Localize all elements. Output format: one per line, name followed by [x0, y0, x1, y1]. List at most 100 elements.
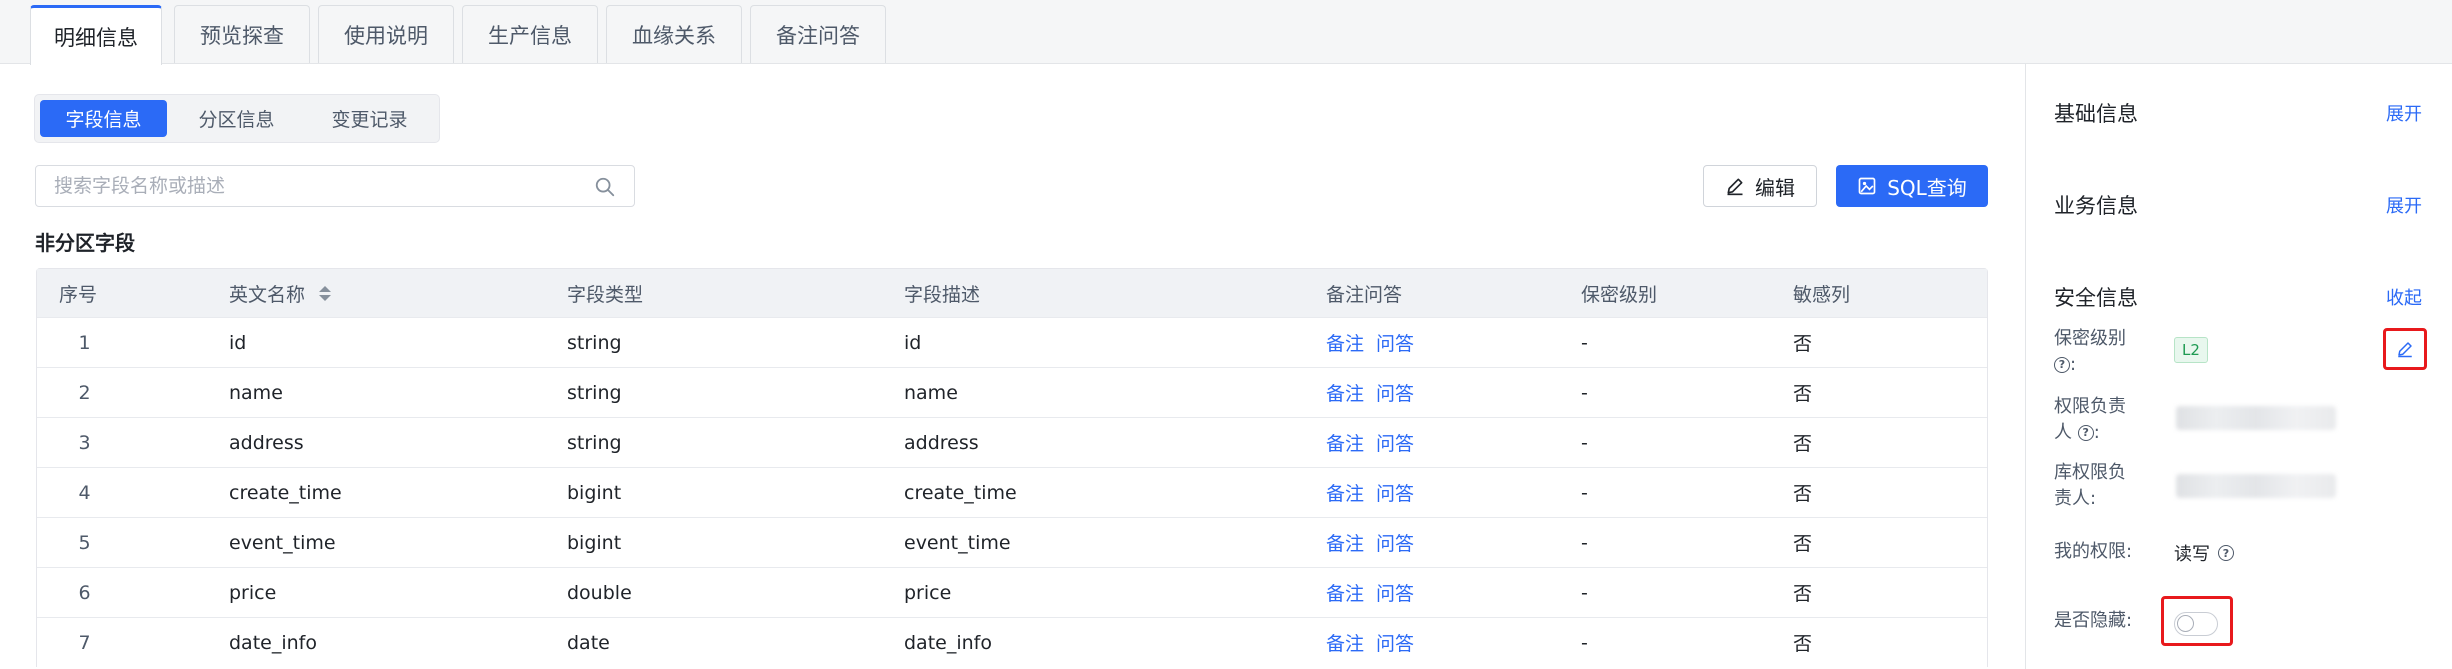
qa-link[interactable]: 问答	[1376, 429, 1414, 456]
help-icon[interactable]: ?	[2218, 545, 2234, 561]
row-notes-qa: 备注 问答	[1326, 518, 1414, 567]
row-notes-qa: 备注 问答	[1326, 468, 1414, 517]
row-sensitive: 否	[1793, 633, 1813, 655]
image-query-icon	[1858, 177, 1876, 195]
subtab-change-log[interactable]: 变更记录	[306, 100, 433, 137]
security-info-title: 安全信息	[2054, 286, 2138, 310]
sub-tab-group: 字段信息 分区信息 变更记录	[34, 94, 440, 143]
row-secret-level: -	[1581, 431, 1588, 454]
table-row: 4 create_time bigint create_time - 否 备注 问答	[37, 467, 1987, 517]
secret-level-label: 保密级别 ?:	[2054, 328, 2126, 375]
db-owner-label-line2: 责人:	[2054, 488, 2097, 509]
note-link[interactable]: 备注	[1326, 429, 1364, 456]
basic-info-title: 基础信息	[2054, 102, 2138, 126]
row-secret-level: -	[1581, 531, 1588, 554]
search-input[interactable]	[54, 175, 574, 197]
row-secret-level: -	[1581, 631, 1588, 654]
my-perm-value-text: 读写	[2174, 544, 2210, 565]
note-link[interactable]: 备注	[1326, 379, 1364, 406]
search-icon[interactable]	[594, 176, 616, 198]
row-secret-level: -	[1581, 481, 1588, 504]
table-row: 6 price double price - 否 备注 问答	[37, 567, 1987, 617]
row-index: 4	[78, 481, 91, 504]
tab-preview[interactable]: 预览探查	[174, 5, 310, 63]
sql-query-label: SQL查询	[1887, 175, 1967, 200]
tab-production[interactable]: 生产信息	[462, 5, 598, 63]
row-type: bigint	[567, 531, 622, 554]
note-link[interactable]: 备注	[1326, 579, 1364, 606]
subtab-fields[interactable]: 字段信息	[40, 100, 167, 137]
row-name: id	[229, 331, 247, 354]
qa-link[interactable]: 问答	[1376, 479, 1414, 506]
row-type: double	[567, 581, 632, 604]
row-secret-level: -	[1581, 381, 1588, 404]
qa-link[interactable]: 问答	[1376, 629, 1414, 656]
search-box	[35, 165, 635, 207]
header-name-label: 英文名称	[229, 283, 306, 306]
qa-link[interactable]: 问答	[1376, 329, 1414, 356]
header-notes-qa: 备注问答	[1326, 283, 1403, 306]
note-link[interactable]: 备注	[1326, 529, 1364, 556]
table-header: 序号 英文名称 字段类型 字段描述 备注问答 保密级别 敏感列	[37, 269, 1987, 317]
row-name: create_time	[229, 481, 342, 504]
security-info-collapse-link[interactable]: 收起	[2386, 284, 2422, 310]
qa-link[interactable]: 问答	[1376, 579, 1414, 606]
pencil-icon[interactable]	[2396, 340, 2414, 358]
row-sensitive: 否	[1793, 433, 1813, 455]
business-info-expand-link[interactable]: 展开	[2386, 192, 2422, 218]
row-secret-level: -	[1581, 581, 1588, 604]
perm-owner-label-line2: 人	[2054, 422, 2072, 443]
note-link[interactable]: 备注	[1326, 629, 1364, 656]
my-perm-value: 读写 ?	[2174, 540, 2234, 566]
sort-icon[interactable]	[319, 285, 332, 301]
hidden-label: 是否隐藏:	[2054, 610, 2133, 631]
row-index: 2	[78, 381, 91, 404]
row-index: 1	[78, 331, 91, 354]
note-link[interactable]: 备注	[1326, 479, 1364, 506]
row-index: 7	[78, 631, 91, 654]
row-notes-qa: 备注 问答	[1326, 318, 1414, 367]
hidden-toggle[interactable]	[2174, 612, 2218, 636]
section-title: 非分区字段	[35, 231, 135, 255]
row-index: 5	[78, 531, 91, 554]
perm-owner-label-line1: 权限负责	[2054, 396, 2126, 417]
basic-info-expand-link[interactable]: 展开	[2386, 100, 2422, 126]
header-type: 字段类型	[567, 283, 644, 306]
header-name[interactable]: 英文名称	[229, 269, 332, 317]
header-secret-level: 保密级别	[1581, 283, 1658, 306]
edit-button[interactable]: 编辑	[1703, 165, 1817, 207]
subtab-partitions[interactable]: 分区信息	[173, 100, 300, 137]
qa-link[interactable]: 问答	[1376, 379, 1414, 406]
row-desc: name	[904, 381, 958, 404]
table-row: 1 id string id - 否 备注 问答	[37, 317, 1987, 367]
main-content: 字段信息 分区信息 变更记录 编辑 SQL查询 非分区字段 序号 英文名称	[0, 64, 2025, 669]
table-row: 2 name string name - 否 备注 问答	[37, 367, 1987, 417]
db-owner-value-redacted	[2176, 474, 2336, 498]
perm-owner-label: 权限负责 人 ?:	[2054, 396, 2126, 443]
row-desc: event_time	[904, 531, 1011, 554]
tab-usage[interactable]: 使用说明	[318, 5, 454, 63]
row-notes-qa: 备注 问答	[1326, 418, 1414, 467]
tab-lineage[interactable]: 血缘关系	[606, 5, 742, 63]
help-icon[interactable]: ?	[2077, 425, 2094, 441]
row-type: string	[567, 431, 622, 454]
top-tab-bar: 明细信息 预览探查 使用说明 生产信息 血缘关系 备注问答	[0, 0, 2452, 65]
db-owner-label-line1: 库权限负	[2054, 462, 2126, 483]
fields-table: 序号 英文名称 字段类型 字段描述 备注问答 保密级别 敏感列 1 id strin…	[36, 268, 1988, 667]
row-secret-level: -	[1581, 331, 1588, 354]
secret-level-badge: L2	[2174, 337, 2208, 363]
sql-query-button[interactable]: SQL查询	[1836, 165, 1988, 207]
row-sensitive: 否	[1793, 583, 1813, 605]
row-notes-qa: 备注 问答	[1326, 368, 1414, 417]
row-desc: price	[904, 581, 952, 604]
row-sensitive: 否	[1793, 533, 1813, 555]
row-name: event_time	[229, 531, 336, 554]
my-perm-label: 我的权限:	[2054, 541, 2133, 562]
qa-link[interactable]: 问答	[1376, 529, 1414, 556]
tab-detail-info[interactable]: 明细信息	[30, 5, 162, 65]
table-row: 3 address string address - 否 备注 问答	[37, 417, 1987, 467]
help-icon[interactable]: ?	[2054, 357, 2070, 373]
row-sensitive: 否	[1793, 383, 1813, 405]
tab-notes-qa[interactable]: 备注问答	[750, 5, 886, 63]
note-link[interactable]: 备注	[1326, 329, 1364, 356]
